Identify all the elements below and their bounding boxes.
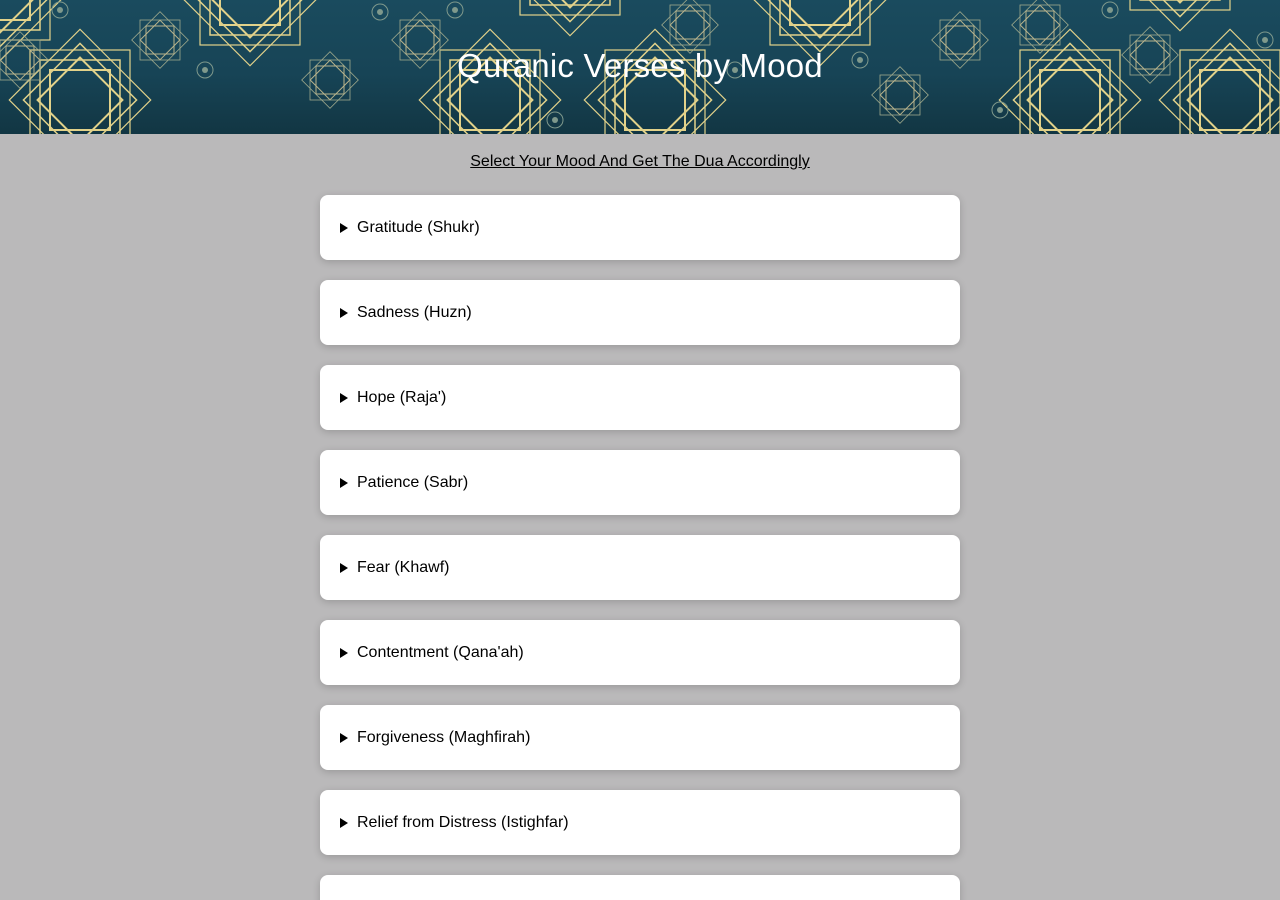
disclosure-triangle-icon [340,732,348,743]
page-subtitle[interactable]: Select Your Mood And Get The Dua Accordi… [0,153,1280,173]
mood-item-gratitude[interactable]: Gratitude (Shukr) [320,195,960,260]
disclosure-triangle-icon [340,307,348,318]
disclosure-triangle-icon [340,392,348,403]
page-title: Quranic Verses by Mood [457,47,823,84]
mood-list: Gratitude (Shukr) Sadness (Huzn) Hope (R… [320,195,960,900]
mood-item-hope[interactable]: Hope (Raja') [320,365,960,430]
mood-label: Sadness (Huzn) [357,303,472,321]
mood-item-fear[interactable]: Fear (Khawf) [320,535,960,600]
mood-item-sadness[interactable]: Sadness (Huzn) [320,280,960,345]
disclosure-triangle-icon [340,477,348,488]
mood-label: Fear (Khawf) [357,558,450,576]
mood-item-partial[interactable] [320,875,960,900]
mood-label: Hope (Raja') [357,388,447,406]
mood-label: Relief from Distress (Istighfar) [357,813,569,831]
disclosure-triangle-icon [340,817,348,828]
mood-item-patience[interactable]: Patience (Sabr) [320,450,960,515]
mood-item-forgiveness[interactable]: Forgiveness (Maghfirah) [320,705,960,770]
mood-item-contentment[interactable]: Contentment (Qana'ah) [320,620,960,685]
mood-label: Contentment (Qana'ah) [357,643,524,661]
disclosure-triangle-icon [340,562,348,573]
disclosure-triangle-icon [340,222,348,233]
header-banner: Quranic Verses by Mood [0,0,1280,134]
disclosure-triangle-icon [340,647,348,658]
mood-label: Gratitude (Shukr) [357,218,480,236]
mood-item-relief-from-distress[interactable]: Relief from Distress (Istighfar) [320,790,960,855]
mood-label: Forgiveness (Maghfirah) [357,728,531,746]
mood-label: Patience (Sabr) [357,473,469,491]
